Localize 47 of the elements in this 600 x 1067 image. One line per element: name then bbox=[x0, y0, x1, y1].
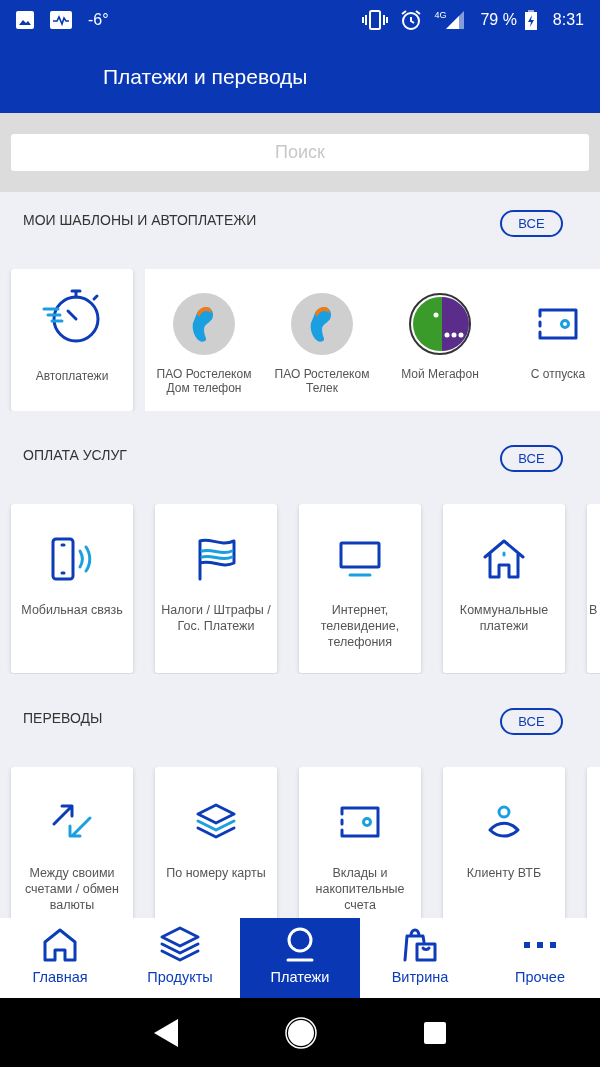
template-item[interactable]: Мой Мегафон bbox=[381, 269, 499, 411]
template-item[interactable]: С отпуска bbox=[499, 269, 600, 411]
wallet-icon bbox=[536, 306, 580, 342]
flag-icon bbox=[196, 537, 236, 581]
back-icon[interactable] bbox=[153, 1018, 178, 1047]
see-all-button[interactable]: ВСЕ bbox=[500, 708, 563, 735]
service-card[interactable]: Интернет, телевидение, телефония bbox=[299, 504, 421, 673]
clock-time: 8:31 bbox=[552, 10, 584, 30]
service-card[interactable]: Вклады и накопительные счета bbox=[299, 767, 421, 918]
service-card[interactable]: В bbox=[587, 504, 600, 673]
service-card[interactable]: По номеру карты bbox=[155, 767, 277, 918]
see-all-button[interactable]: ВСЕ bbox=[500, 445, 563, 472]
logo-icon bbox=[173, 293, 235, 355]
service-card[interactable]: Налоги / Штрафы / Гос. Платежи bbox=[155, 504, 277, 673]
network-label: 4G bbox=[434, 9, 447, 22]
autopay-card[interactable]: Автоплатежи bbox=[11, 269, 133, 411]
section-title: ОПЛАТА УСЛУГ bbox=[23, 446, 127, 465]
logo-icon bbox=[291, 293, 353, 355]
temperature-text: -6° bbox=[88, 10, 109, 30]
nav-tab[interactable]: Платежи bbox=[240, 918, 360, 998]
section-title: ПЕРЕВОДЫ bbox=[23, 709, 103, 728]
wallet-icon bbox=[338, 804, 382, 840]
alarm-icon bbox=[400, 9, 423, 31]
battery-icon bbox=[524, 10, 537, 30]
home-icon bbox=[42, 927, 78, 964]
template-item[interactable]: ПАО Ростелеком Дом телефон bbox=[145, 269, 263, 411]
activity-icon bbox=[50, 11, 72, 29]
service-card[interactable]: Коммунальные платежи bbox=[443, 504, 565, 673]
phone-icon bbox=[50, 537, 94, 581]
house-icon bbox=[482, 539, 526, 579]
service-card[interactable]: Клиенту ВТБ bbox=[443, 767, 565, 918]
image-icon bbox=[16, 11, 34, 29]
home-button-icon[interactable] bbox=[285, 1016, 317, 1049]
more-icon bbox=[524, 942, 556, 949]
page-title: Платежи и переводы bbox=[103, 63, 308, 90]
logo-icon bbox=[409, 293, 471, 355]
service-card[interactable]: Между своими счетами / обмен валюты bbox=[11, 767, 133, 918]
recents-icon[interactable] bbox=[424, 1021, 447, 1044]
vibrate-icon bbox=[362, 10, 389, 30]
service-card[interactable]: Мобильная связь bbox=[11, 504, 133, 673]
bags-icon bbox=[402, 927, 438, 964]
section-title: МОИ ШАБЛОНЫ И АВТОПЛАТЕЖИ bbox=[23, 211, 257, 230]
template-item[interactable]: ПАО Ростелеком Телек bbox=[263, 269, 381, 411]
see-all-button[interactable]: ВСЕ bbox=[500, 210, 563, 237]
tv-icon bbox=[338, 539, 382, 579]
battery-percent: 79 % bbox=[480, 10, 517, 30]
signal-icon bbox=[446, 11, 465, 29]
